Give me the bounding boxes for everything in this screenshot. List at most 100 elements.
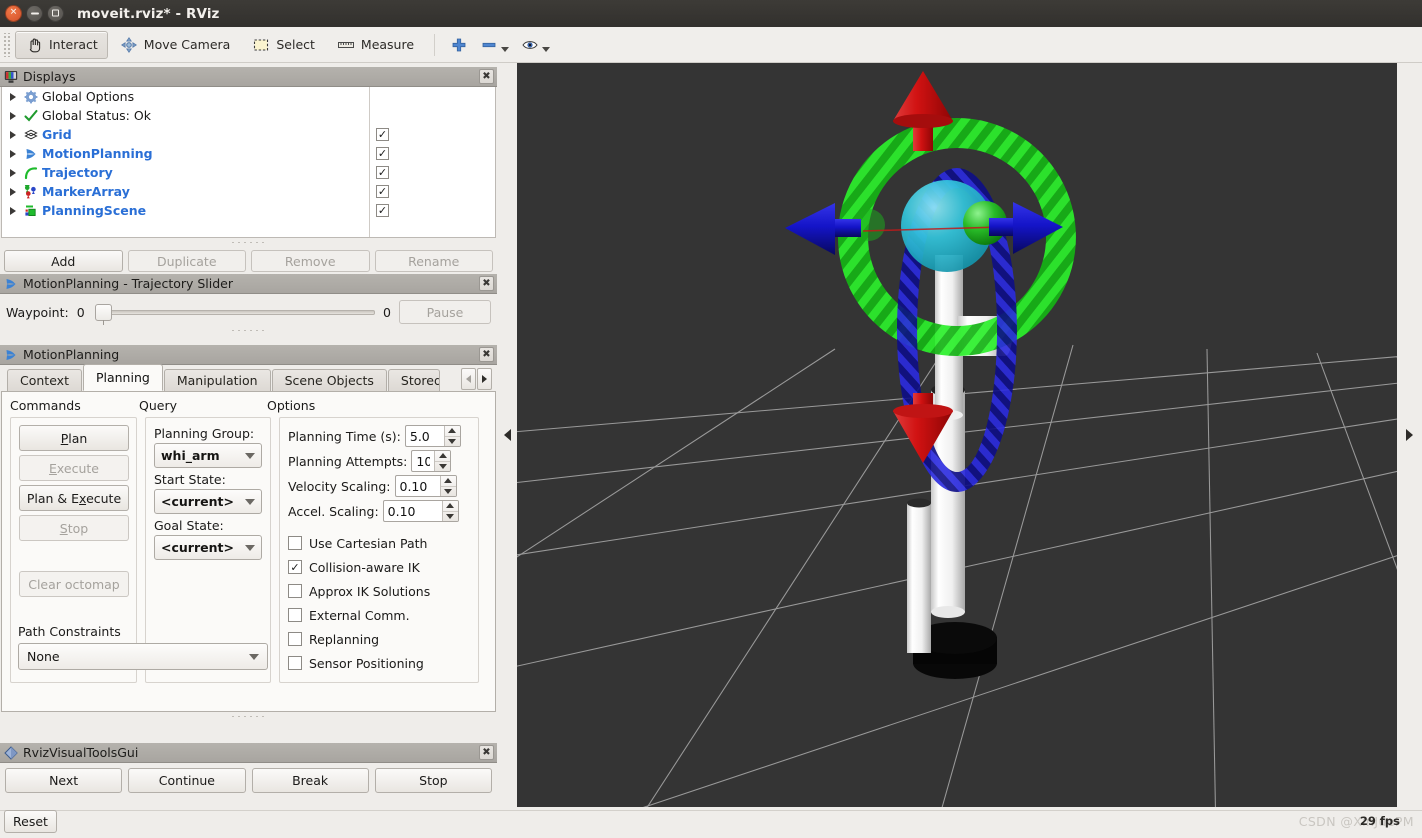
- display-checkbox-markerarray[interactable]: ✓: [370, 182, 495, 201]
- chevron-down-icon[interactable]: [501, 46, 510, 52]
- add-tool-button[interactable]: [444, 36, 474, 54]
- right-panel-collapse-handle[interactable]: [1397, 63, 1422, 807]
- continue-button[interactable]: Continue: [128, 768, 246, 793]
- spin-up-button[interactable]: [440, 476, 456, 487]
- tab-stored[interactable]: Stored: [387, 369, 440, 391]
- tool-interact[interactable]: Interact: [15, 30, 108, 59]
- expand-arrow-icon[interactable]: [6, 111, 20, 120]
- focus-camera-button[interactable]: [515, 36, 556, 54]
- tab-context[interactable]: Context: [7, 369, 82, 391]
- planning-time-spinner[interactable]: [404, 425, 461, 447]
- expand-arrow-icon[interactable]: [6, 168, 20, 177]
- remove-tool-button[interactable]: [474, 36, 515, 54]
- checkbox-replanning[interactable]: [288, 632, 302, 646]
- display-checkbox-planningscene[interactable]: ✓: [370, 201, 495, 220]
- accel-scaling-spinner[interactable]: [382, 500, 459, 522]
- planning-time-spin-buttons[interactable]: [443, 426, 460, 446]
- duplicate-display-button[interactable]: Duplicate: [127, 250, 246, 272]
- window-close-icon[interactable]: ✕: [5, 5, 22, 22]
- execute-button[interactable]: Execute: [19, 455, 129, 481]
- expand-arrow-icon[interactable]: [6, 187, 20, 196]
- spin-up-button[interactable]: [435, 451, 451, 462]
- checkbox-motionplanning[interactable]: ✓: [376, 147, 389, 160]
- tool-select[interactable]: Select: [242, 31, 325, 59]
- displays-resize-grip[interactable]: [0, 238, 497, 245]
- collision-aware-ik-row[interactable]: ✓ Collision-aware IK: [288, 555, 470, 579]
- start-state-combo[interactable]: <current>: [154, 489, 262, 514]
- spin-down-button[interactable]: [435, 462, 450, 472]
- tool-measure[interactable]: Measure: [327, 31, 424, 59]
- tab-planning[interactable]: Planning: [82, 364, 163, 391]
- display-row-grid[interactable]: Grid: [2, 125, 369, 144]
- tab-manipulation[interactable]: Manipulation: [163, 369, 271, 391]
- clear-octomap-button[interactable]: Clear octomap: [19, 571, 129, 597]
- velocity-scaling-input[interactable]: [395, 476, 440, 496]
- velocity-scaling-spinner[interactable]: [394, 475, 457, 497]
- motionplanning-panel-close-button[interactable]: ✖: [479, 347, 494, 362]
- display-row-trajectory[interactable]: Trajectory: [2, 163, 369, 182]
- spin-down-button[interactable]: [443, 512, 458, 522]
- tab-scroll-right-button[interactable]: [477, 368, 492, 390]
- visual-tools-panel-close-button[interactable]: ✖: [479, 745, 494, 760]
- left-panel-collapse-handle[interactable]: [497, 63, 517, 807]
- use-cartesian-path-row[interactable]: Use Cartesian Path: [288, 531, 470, 555]
- tool-move-camera[interactable]: Move Camera: [110, 31, 241, 59]
- checkbox-markerarray[interactable]: ✓: [376, 185, 389, 198]
- display-row-motionplanning[interactable]: MotionPlanning: [2, 144, 369, 163]
- add-display-button[interactable]: Add: [4, 250, 123, 272]
- planning-attempts-input[interactable]: [412, 451, 435, 471]
- plan-button[interactable]: Plan: [19, 425, 129, 451]
- pause-button[interactable]: Pause: [399, 300, 491, 324]
- stop-button-vt[interactable]: Stop: [374, 768, 492, 793]
- toolbar-drag-handle[interactable]: [2, 32, 12, 57]
- display-checkbox-grid[interactable]: ✓: [370, 125, 495, 144]
- planning-time-input[interactable]: [405, 426, 444, 446]
- stop-button[interactable]: Stop: [19, 515, 129, 541]
- waypoint-slider[interactable]: [93, 303, 376, 325]
- spin-down-button[interactable]: [441, 487, 456, 497]
- spin-up-button[interactable]: [442, 501, 458, 512]
- displays-tree[interactable]: Global Options Global Status: Ok Grid Mo…: [1, 87, 496, 238]
- display-row-markerarray[interactable]: MarkerArray: [2, 182, 369, 201]
- planning-attempts-spin-buttons[interactable]: [434, 451, 451, 472]
- expand-arrow-icon[interactable]: [6, 92, 20, 101]
- expand-arrow-icon[interactable]: [6, 206, 20, 215]
- render-view-canvas[interactable]: [517, 63, 1397, 807]
- window-maximize-icon[interactable]: [47, 5, 64, 22]
- checkbox-use-cartesian-path[interactable]: [288, 536, 302, 550]
- display-row-global-options[interactable]: Global Options: [2, 87, 369, 106]
- tab-scene-objects[interactable]: Scene Objects: [271, 369, 387, 391]
- checkbox-trajectory[interactable]: ✓: [376, 166, 389, 179]
- window-minimize-icon[interactable]: [26, 5, 43, 22]
- sensor-positioning-row[interactable]: Sensor Positioning: [288, 651, 470, 675]
- external-comm-row[interactable]: External Comm.: [288, 603, 470, 627]
- velocity-scaling-spin-buttons[interactable]: [439, 476, 456, 497]
- goal-state-combo[interactable]: <current>: [154, 535, 262, 560]
- slider-track[interactable]: [102, 309, 376, 315]
- trajectory-slider-close-button[interactable]: ✖: [479, 276, 494, 291]
- reset-button[interactable]: Reset: [4, 810, 57, 833]
- display-row-planningscene[interactable]: PlanningScene: [2, 201, 369, 220]
- checkbox-sensor-positioning[interactable]: [288, 656, 302, 670]
- display-checkbox-trajectory[interactable]: ✓: [370, 163, 495, 182]
- checkbox-approx-ik-solutions[interactable]: [288, 584, 302, 598]
- planning-attempts-spinner[interactable]: [411, 450, 452, 472]
- checkbox-grid[interactable]: ✓: [376, 128, 389, 141]
- planning-group-combo[interactable]: whi_arm: [154, 443, 262, 468]
- approx-ik-solutions-row[interactable]: Approx IK Solutions: [288, 579, 470, 603]
- rename-display-button[interactable]: Rename: [374, 250, 493, 272]
- checkbox-external-comm[interactable]: [288, 608, 302, 622]
- checkbox-collision-aware-ik[interactable]: ✓: [288, 560, 302, 574]
- next-button[interactable]: Next: [5, 768, 123, 793]
- displays-panel-close-button[interactable]: ✖: [479, 69, 494, 84]
- expand-arrow-icon[interactable]: [6, 149, 20, 158]
- spin-up-button[interactable]: [444, 426, 460, 437]
- accel-scaling-input[interactable]: [383, 501, 442, 521]
- expand-arrow-icon[interactable]: [6, 130, 20, 139]
- display-checkbox-motionplanning[interactable]: ✓: [370, 144, 495, 163]
- path-constraints-combo[interactable]: None: [18, 643, 268, 670]
- slider-handle[interactable]: [94, 303, 112, 321]
- checkbox-planningscene[interactable]: ✓: [376, 204, 389, 217]
- plan-and-execute-button[interactable]: Plan & Execute: [19, 485, 129, 511]
- render-view-3d[interactable]: [517, 63, 1397, 807]
